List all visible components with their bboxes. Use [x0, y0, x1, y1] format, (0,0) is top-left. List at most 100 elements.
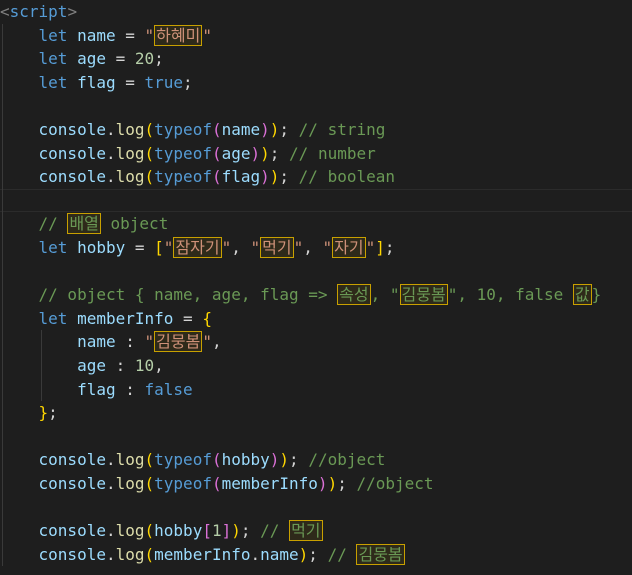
- code-line[interactable]: [0, 94, 632, 118]
- code-line[interactable]: let name = " 하혜미 ": [0, 24, 632, 48]
- code-token: .: [105, 544, 116, 564]
- code-editor[interactable]: <script> let name = " 하혜미 " let age = 20; …: [0, 0, 632, 575]
- code-token: let: [38, 308, 68, 328]
- code-token: ;: [289, 450, 309, 470]
- code-token: {: [202, 308, 212, 328]
- code-token: ]: [375, 238, 385, 257]
- code-token: ): [269, 167, 280, 187]
- code-line[interactable]: name : " 김뭉봄 ",: [0, 330, 632, 354]
- code-token: ): [260, 167, 270, 187]
- code-token: name: [260, 544, 299, 564]
- code-line[interactable]: console.log(typeof(age)); // number: [0, 142, 632, 166]
- code-token: 1: [211, 521, 222, 541]
- code-token: false: [144, 379, 193, 399]
- code-token: //: [38, 214, 68, 234]
- code-token: ": [221, 238, 232, 257]
- code-line[interactable]: flag : false: [0, 378, 632, 402]
- code-token: console: [38, 450, 106, 470]
- code-line[interactable]: let hobby = [" 잠자기 ", " 먹기 ", " 자기 "];: [0, 236, 632, 260]
- code-line[interactable]: // 배열 object: [0, 212, 632, 236]
- code-token: age: [221, 143, 251, 163]
- code-token: =: [115, 25, 145, 45]
- code-token: ;: [48, 403, 58, 423]
- code-token: let: [38, 25, 68, 45]
- code-token: (: [211, 474, 222, 493]
- code-token: typeof: [154, 167, 212, 187]
- code-line[interactable]: console.log(memberInfo.name); // 김뭉봄: [0, 543, 632, 567]
- code-line[interactable]: };: [0, 401, 632, 425]
- code-token: // number: [289, 143, 376, 163]
- code-token: ;: [279, 120, 299, 139]
- highlighted-korean-token: 먹기: [260, 237, 294, 258]
- highlighted-korean-token: 자기: [332, 237, 366, 258]
- code-line[interactable]: console.log(typeof(flag)); // boolean: [0, 165, 632, 189]
- code-token: (: [144, 120, 155, 139]
- code-token: [: [202, 521, 212, 541]
- code-line[interactable]: [0, 260, 632, 284]
- code-line[interactable]: console.log(hobby[1]); // 먹기: [0, 519, 632, 543]
- code-line[interactable]: <script>: [0, 0, 632, 24]
- code-line[interactable]: console.log(typeof(name)); // string: [0, 118, 632, 142]
- code-token: console: [38, 120, 106, 139]
- code-token: typeof: [154, 474, 212, 493]
- code-line[interactable]: // object { name, age, flag => 속성, " 김뭉봄 "…: [0, 283, 632, 307]
- code-token: name: [221, 120, 261, 139]
- code-line[interactable]: [0, 425, 632, 449]
- code-token: .: [105, 521, 116, 541]
- code-line[interactable]: let flag = true;: [0, 71, 632, 95]
- code-token: typeof: [154, 143, 212, 163]
- code-token: ,: [303, 238, 323, 257]
- code-token: , ": [370, 285, 400, 305]
- code-token: ;: [384, 238, 395, 257]
- code-token: ", 10, false: [447, 285, 573, 305]
- highlighted-korean-token: 김뭉봄: [154, 331, 203, 353]
- code-token: :: [105, 356, 135, 375]
- highlighted-korean-token: 잠자기: [173, 237, 222, 258]
- code-line[interactable]: age : 10,: [0, 354, 632, 378]
- code-line[interactable]: console.log(typeof(hobby)); //object: [0, 448, 632, 472]
- code-token: ): [231, 521, 241, 541]
- code-token: >: [67, 2, 78, 21]
- code-line[interactable]: [0, 496, 632, 520]
- code-token: :: [115, 379, 145, 399]
- code-token: ,: [211, 332, 222, 352]
- code-token: age: [77, 49, 106, 69]
- code-token: hobby: [154, 521, 203, 541]
- code-token: (: [144, 143, 155, 163]
- code-token: script: [9, 2, 68, 21]
- code-token: ): [250, 143, 261, 163]
- code-line[interactable]: [0, 188, 632, 213]
- code-line[interactable]: let memberInfo = {: [0, 307, 632, 331]
- code-token: .: [250, 544, 261, 564]
- code-token: log: [115, 120, 145, 139]
- code-line[interactable]: console.log(typeof(memberInfo)); //objec…: [0, 472, 632, 496]
- code-token: typeof: [154, 450, 212, 470]
- code-token: log: [115, 450, 145, 470]
- code-token: let: [38, 49, 68, 69]
- code-token: memberInfo: [221, 474, 318, 493]
- code-token: flag: [77, 379, 116, 399]
- code-token: ,: [231, 238, 251, 257]
- code-token: (: [211, 143, 222, 163]
- code-token: console: [38, 544, 106, 564]
- code-token: ;: [154, 49, 164, 69]
- indent-guide: [40, 330, 42, 402]
- code-token: ): [260, 120, 270, 139]
- code-token: 20: [134, 49, 155, 69]
- code-token: hobby: [221, 450, 270, 470]
- code-token: (: [144, 474, 155, 493]
- code-token: .: [105, 120, 116, 139]
- code-line[interactable]: let age = 20;: [0, 47, 632, 71]
- highlighted-korean-token: 김뭉봄: [399, 284, 448, 306]
- code-token: //: [327, 544, 357, 564]
- code-token: ;: [240, 521, 261, 541]
- code-token: }: [591, 285, 602, 305]
- code-token: (: [211, 167, 222, 187]
